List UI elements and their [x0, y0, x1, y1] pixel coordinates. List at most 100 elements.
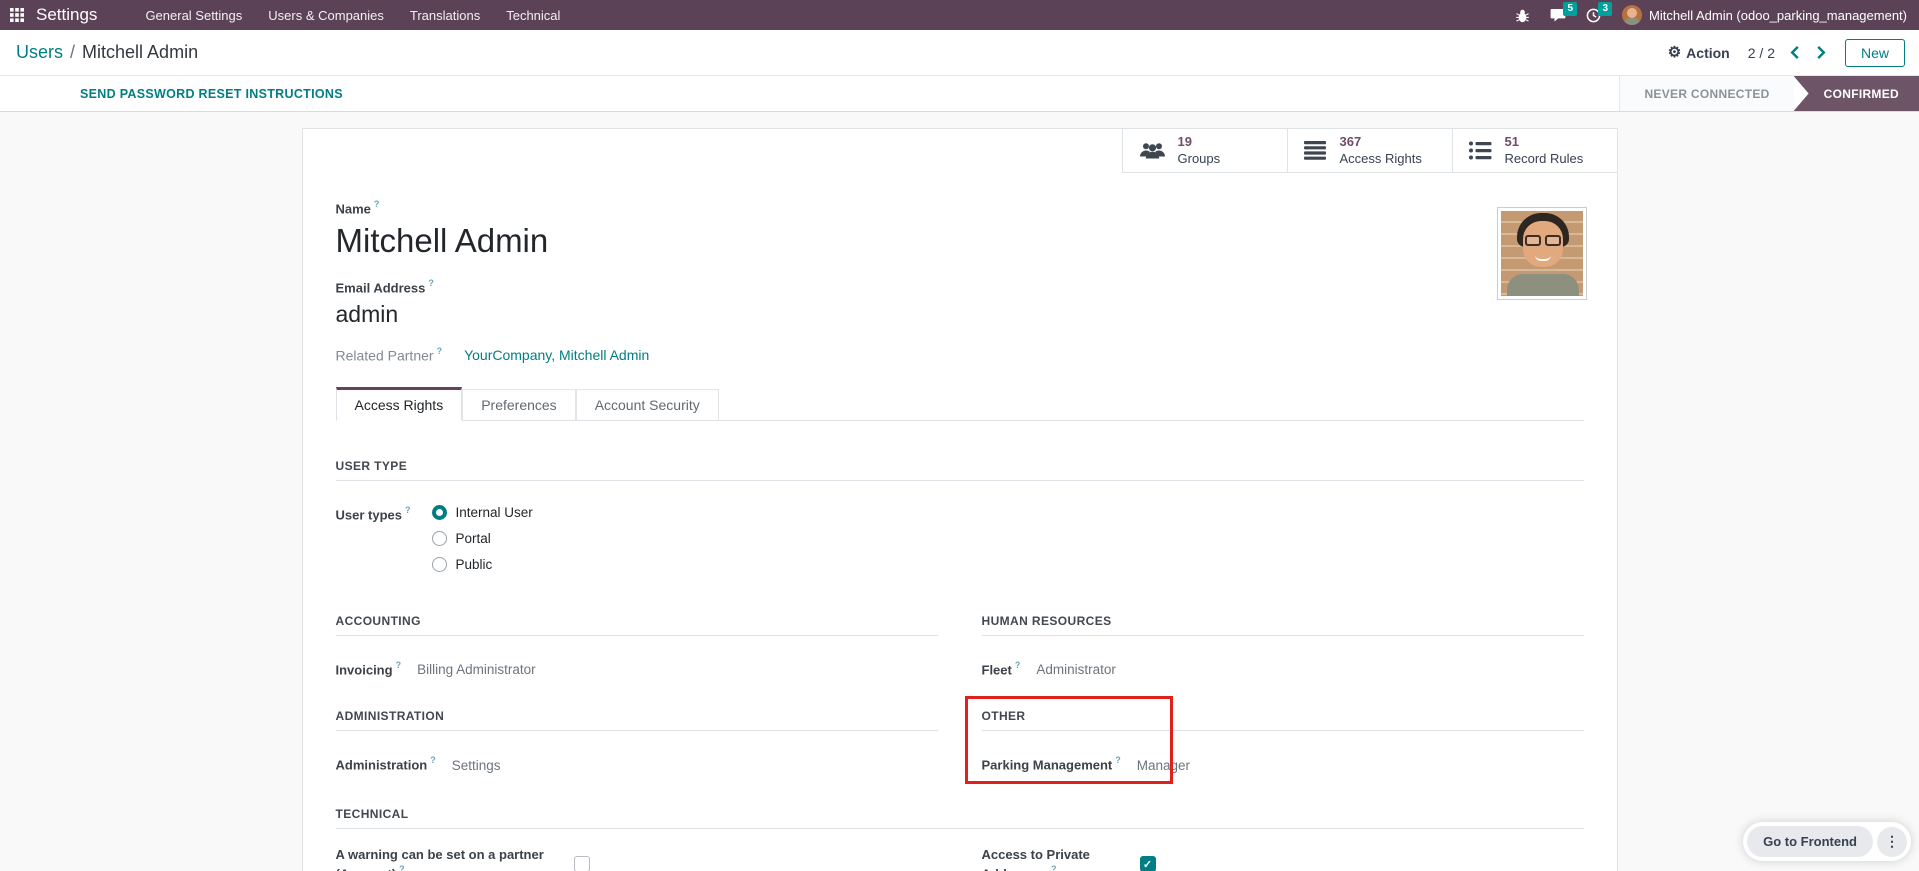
help-icon: ?: [428, 278, 434, 289]
help-icon: ?: [404, 504, 411, 515]
help-icon: ?: [1115, 755, 1121, 766]
user-types-field: User types? Internal User Portal Public: [335, 504, 1584, 572]
radio-unselected-icon[interactable]: [431, 530, 447, 546]
field-warning-partner-account: A warning can be set on a partner (Accou…: [336, 846, 938, 871]
groups-stat-button[interactable]: 19 Groups: [1121, 129, 1287, 173]
fleet-label: Fleet: [981, 662, 1012, 678]
app-name-settings[interactable]: Settings: [36, 5, 97, 25]
status-confirmed[interactable]: CONFIRMED: [1793, 76, 1919, 111]
section-human-resources: HUMAN RESOURCES Fleet? Administrator: [981, 614, 1584, 679]
messages-icon[interactable]: 5: [1543, 1, 1578, 27]
user-avatar-photo: [1500, 211, 1583, 296]
form-view-background: 19 Groups 367 Access Rights 51 Record Ru…: [0, 112, 1919, 871]
pager-previous-icon[interactable]: [1789, 45, 1801, 60]
pager-next-icon[interactable]: [1815, 45, 1827, 60]
form-sheet: 19 Groups 367 Access Rights 51 Record Ru…: [301, 128, 1618, 871]
users-group-icon: [1139, 141, 1166, 161]
radio-selected-icon[interactable]: [431, 504, 447, 520]
user-menu-avatar: [1622, 5, 1643, 25]
warning-partner-checkbox[interactable]: [573, 856, 590, 871]
tab-account-security[interactable]: Account Security: [575, 388, 719, 420]
radio-internal-user-label: Internal User: [455, 504, 533, 520]
record-pager: 2 / 2: [1748, 45, 1827, 61]
radio-unselected-icon[interactable]: [431, 556, 447, 572]
menu-technical[interactable]: Technical: [494, 2, 572, 29]
radio-portal[interactable]: Portal: [431, 530, 533, 546]
private-addresses-checkbox[interactable]: ✓: [1139, 856, 1156, 871]
fleet-select[interactable]: Administrator: [1036, 662, 1116, 677]
action-label: Action: [1686, 44, 1730, 61]
gear-icon: ⚙: [1667, 44, 1682, 61]
access-rights-label: Access Rights: [1339, 150, 1422, 166]
radio-public-label: Public: [455, 556, 493, 572]
private-addresses-label: Access to Private Addresses: [981, 846, 1090, 871]
pager-value: 2 / 2: [1747, 44, 1775, 61]
record-rules-stat-button[interactable]: 51 Record Rules: [1451, 129, 1617, 173]
section-user-type-title: USER TYPE: [335, 459, 1584, 481]
frontend-switcher: Go to Frontend ⋮: [1743, 822, 1911, 861]
user-avatar[interactable]: [1496, 207, 1587, 300]
name-field-group: Name? Mitchell Admin: [336, 199, 1584, 260]
record-rules-label: Record Rules: [1504, 150, 1584, 166]
status-ribbon: NEVER CONNECTED CONFIRMED: [1619, 76, 1919, 111]
section-accounting-title: ACCOUNTING: [335, 614, 938, 636]
top-navbar: Settings General Settings Users & Compan…: [0, 0, 1919, 30]
email-field-group: Email Address? admin: [336, 278, 1584, 327]
administration-label: Administration: [335, 757, 428, 773]
user-menu[interactable]: Mitchell Admin (odoo_parking_management): [1614, 5, 1907, 25]
help-icon: ?: [399, 863, 405, 871]
email-label: Email Address: [335, 280, 426, 296]
breadcrumb-separator: /: [70, 42, 76, 62]
action-menu-button[interactable]: ⚙ Action: [1668, 45, 1730, 61]
help-icon: ?: [436, 345, 443, 356]
parking-management-select[interactable]: Manager: [1137, 758, 1190, 773]
access-rights-stat-button[interactable]: 367 Access Rights: [1286, 129, 1452, 173]
debug-bug-icon[interactable]: [1508, 4, 1537, 27]
status-never-connected[interactable]: NEVER CONNECTED: [1619, 76, 1794, 111]
help-icon: ?: [430, 755, 436, 766]
go-to-frontend-button[interactable]: Go to Frontend: [1747, 826, 1873, 857]
invoicing-select[interactable]: Billing Administrator: [417, 662, 536, 677]
name-input[interactable]: Mitchell Admin: [336, 222, 1584, 260]
related-partner-group: Related Partner? YourCompany, Mitchell A…: [336, 346, 1584, 365]
tab-access-rights[interactable]: Access Rights: [335, 386, 463, 421]
statusbar: SEND PASSWORD RESET INSTRUCTIONS NEVER C…: [0, 76, 1919, 112]
activities-clock-icon[interactable]: 3: [1579, 1, 1613, 27]
section-other: OTHER Parking Management? Manager: [964, 696, 1584, 785]
section-technical-title: TECHNICAL: [335, 807, 1584, 829]
user-menu-label: Mitchell Admin (odoo_parking_management): [1649, 7, 1907, 23]
tab-preferences[interactable]: Preferences: [462, 388, 576, 420]
section-human-resources-title: HUMAN RESOURCES: [981, 614, 1584, 636]
messages-count-badge: 5: [1563, 1, 1578, 16]
radio-public[interactable]: Public: [431, 556, 533, 572]
list-icon: [1303, 141, 1328, 160]
help-icon: ?: [1014, 659, 1021, 670]
kebab-menu-icon[interactable]: ⋮: [1877, 826, 1907, 857]
warning-partner-label: A warning can be set on a partner (Accou…: [335, 846, 544, 871]
new-button[interactable]: New: [1844, 38, 1905, 67]
main-menu: General Settings Users & Companies Trans…: [133, 2, 572, 29]
user-types-label: User types: [335, 507, 402, 523]
section-administration: ADMINISTRATION Administration? Settings: [335, 709, 938, 774]
breadcrumb-current: Mitchell Admin: [82, 42, 199, 62]
menu-users-companies[interactable]: Users & Companies: [256, 2, 396, 29]
field-private-addresses: Access to Private Addresses? ✓: [982, 846, 1584, 871]
radio-internal-user[interactable]: Internal User: [431, 504, 533, 520]
related-partner-label: Related Partner: [335, 346, 434, 363]
parking-management-label: Parking Management: [981, 757, 1113, 773]
apps-grid-icon[interactable]: [10, 8, 24, 22]
radio-portal-label: Portal: [455, 530, 491, 546]
menu-translations[interactable]: Translations: [398, 2, 492, 29]
help-icon: ?: [373, 199, 380, 209]
administration-select[interactable]: Settings: [452, 758, 501, 773]
email-input[interactable]: admin: [336, 301, 1584, 328]
menu-general-settings[interactable]: General Settings: [133, 2, 254, 29]
notebook-tabs: Access Rights Preferences Account Securi…: [335, 386, 1584, 421]
help-icon: ?: [395, 659, 402, 670]
related-partner-link[interactable]: YourCompany, Mitchell Admin: [464, 347, 649, 363]
invoicing-label: Invoicing: [335, 662, 393, 678]
section-technical: TECHNICAL A warning can be set on a part…: [335, 807, 1584, 871]
breadcrumb-users-link[interactable]: Users: [16, 42, 63, 63]
send-password-reset-button[interactable]: SEND PASSWORD RESET INSTRUCTIONS: [80, 87, 343, 101]
help-icon: ?: [1050, 863, 1057, 871]
